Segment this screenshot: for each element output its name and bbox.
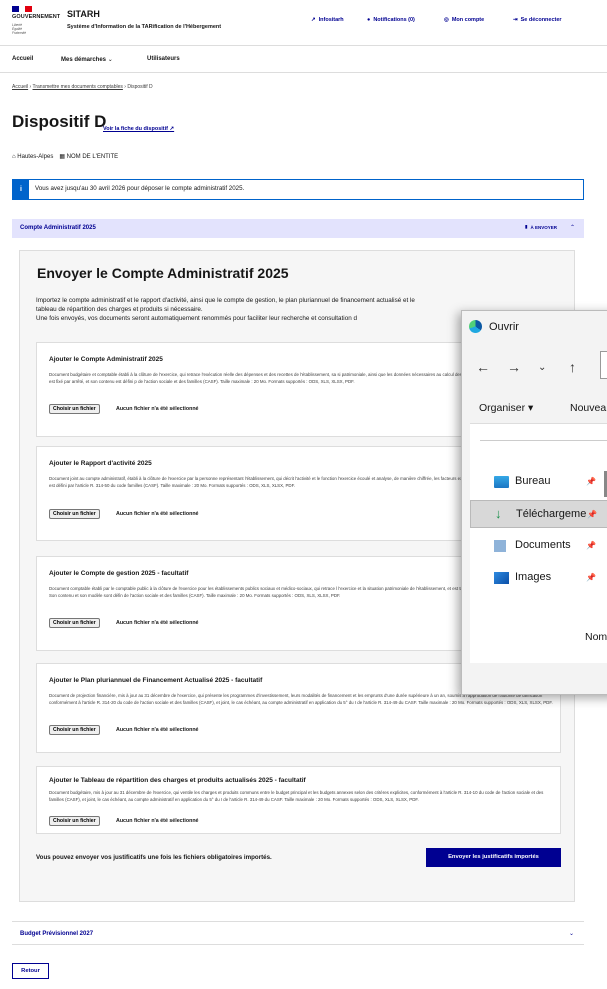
mon-compte-link[interactable]: ◎ Mon compte [444,17,484,23]
file-open-dialog[interactable]: Ouvrir ← → ⌄ ↑ Organiser ▾ Nouvea Bureau… [461,310,607,695]
choose-file-button[interactable]: Choisir un fichier [49,509,100,519]
documents-icon [494,540,506,552]
document-title: Ajouter le Tableau de répartition des ch… [49,777,306,784]
retour-button[interactable]: Retour [12,963,49,979]
app-subtitle: Système d'Information de la TARification… [67,24,222,30]
entity-info: ⌂ Hautes-Alpes ▦ NOM DE L'ENTITE [12,153,119,161]
file-status: Aucun fichier n'a été sélectionné [116,727,199,733]
infositarh-link[interactable]: ↗ Infositarh [311,17,344,23]
nav-item-images[interactable]: Images 📌 [470,564,607,592]
organiser-button[interactable]: Organiser ▾ [479,402,533,414]
site-header: GOUVERNEMENT Liberté Égalité Fraternité … [0,0,607,46]
document-title: Ajouter le Compte de gestion 2025 - facu… [49,570,189,577]
user-circle-icon: ◎ [444,17,449,23]
file-status: Aucun fichier n'a été sélectionné [116,818,199,824]
nav-mes-demarches[interactable]: Mes démarches ⌄ [61,56,113,63]
chevron-down-icon: ⌄ [107,57,113,63]
file-status: Aucun fichier n'a été sélectionné [116,620,199,626]
breadcrumb-accueil[interactable]: Accueil [12,84,28,90]
file-status: Aucun fichier n'a été sélectionné [116,406,199,412]
document-title: Ajouter le Plan pluriannuel de Financeme… [49,677,263,684]
main-nav: Accueil Mes démarches ⌄ Utilisateurs [0,47,607,73]
accordion-compte-administratif[interactable]: Compte Administratif 2025 ▮ À ENVOYER ⌃ [12,219,584,238]
up-arrow-icon[interactable]: ↑ [569,359,576,375]
building-icon: ▦ NOM DE L'ENTITE [59,154,119,160]
choose-file-button[interactable]: Choisir un fichier [49,725,100,735]
pin-icon[interactable]: 📌 [586,477,596,486]
status-badge: ▮ À ENVOYER [525,224,557,230]
breadcrumb-current: Dispositif D [127,84,153,90]
desktop-icon [494,476,509,488]
document-title: Ajouter le Compte Administratif 2025 [49,356,163,363]
info-icon: i [13,180,29,199]
recent-dropdown-icon[interactable]: ⌄ [538,362,546,373]
marianne-flag [12,6,33,12]
alert-text: Vous avez jusqu'au 30 avril 2026 pour dé… [35,185,245,192]
images-icon [494,572,509,584]
bell-icon: ● [367,17,371,23]
breadcrumb: Accueil › Transmettre mes documents comp… [12,84,153,90]
file-status: Aucun fichier n'a été sélectionné [116,511,199,517]
pin-icon[interactable]: 📌 [586,541,596,550]
column-header-nom[interactable]: Nom [585,631,607,643]
nav-item-documents[interactable]: Documents 📌 [470,532,607,560]
external-link-icon: ↗ [169,126,175,132]
accordion-budget-previsionnel[interactable]: Budget Prévisionnel 2027 ⌄ [12,921,584,945]
page-title: Dispositif D [12,112,107,131]
app-title[interactable]: SITARH [67,9,100,19]
choose-file-button[interactable]: Choisir un fichier [49,404,100,414]
pin-icon[interactable]: 📌 [587,510,597,519]
fiche-dispositif-link[interactable]: Voir la fiche du dispositif ↗ [103,126,174,132]
deadline-alert: i Vous avez jusqu'au 30 avril 2026 pour … [12,179,584,200]
edge-browser-icon [469,320,482,333]
nav-accueil[interactable]: Accueil [12,56,33,62]
nav-item-telechargements[interactable]: ↓ Téléchargeme 📌 [470,500,607,528]
document-title: Ajouter le Rapport d'activité 2025 [49,460,152,467]
panel-title: Envoyer le Compte Administratif 2025 [37,265,289,281]
accordion-title: Compte Administratif 2025 [20,225,96,231]
gov-label: GOUVERNEMENT [12,14,61,20]
choose-file-button[interactable]: Choisir un fichier [49,816,100,826]
home-icon: ⌂ Hautes-Alpes [12,153,54,160]
document-card: Ajouter le Tableau de répartition des ch… [36,766,561,834]
chevron-down-icon[interactable]: ⌄ [569,930,574,937]
pin-icon[interactable]: 📌 [586,573,596,582]
gov-motto: Liberté Égalité Fraternité [12,23,27,35]
nav-item-bureau[interactable]: Bureau 📌 [470,468,607,496]
address-bar[interactable] [600,351,607,379]
download-icon: ↓ [495,506,502,521]
send-hint: Vous pouvez envoyer vos justificatifs un… [36,854,272,861]
send-documents-button[interactable]: Envoyer les justificatifs importés [426,848,561,867]
forward-arrow-icon[interactable]: → [507,359,521,375]
logout-icon: ⇥ [513,17,518,23]
notifications-link[interactable]: ● Notifications (0) [367,17,415,23]
logout-link[interactable]: ⇥ Se déconnecter [513,17,562,23]
back-arrow-icon[interactable]: ← [476,359,490,375]
dialog-title: Ouvrir [489,321,519,333]
breadcrumb-transmettre[interactable]: Transmettre mes documents comptables [32,84,122,90]
nav-utilisateurs[interactable]: Utilisateurs [147,56,180,62]
send-status-icon: ▮ [525,224,528,229]
chevron-up-icon[interactable]: ⌃ [570,224,575,231]
external-link-icon: ↗ [311,17,316,23]
divider [480,440,607,441]
new-folder-button[interactable]: Nouvea [570,402,606,414]
document-description: Document budgétaire, mis à jour au 31 dé… [49,790,544,803]
accordion-title: Budget Prévisionnel 2027 [20,931,94,937]
navigation-pane: Bureau 📌 ↓ Téléchargeme 📌 Documents 📌 Im… [470,423,607,663]
choose-file-button[interactable]: Choisir un fichier [49,618,100,628]
